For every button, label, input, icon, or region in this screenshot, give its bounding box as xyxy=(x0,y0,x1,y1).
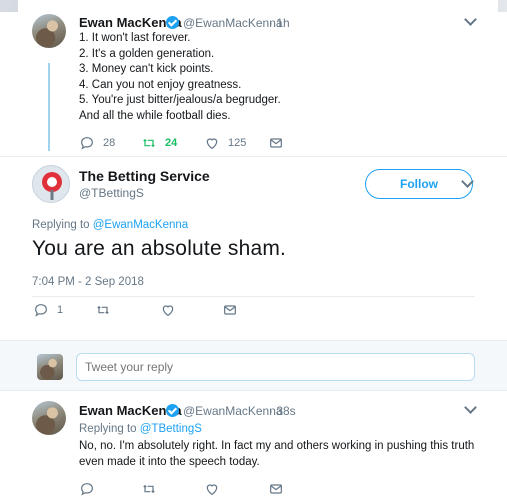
heart-icon xyxy=(162,305,174,317)
current-user-avatar[interactable] xyxy=(37,354,63,380)
like-button[interactable]: 125 xyxy=(204,135,246,151)
author-name[interactable]: The Betting Service xyxy=(79,168,210,184)
tweet-line: No, no. I'm absolutely right. In fact my… xyxy=(79,440,475,452)
reply-button[interactable] xyxy=(79,481,95,497)
chevron-down-icon[interactable] xyxy=(464,401,477,414)
tweet-timestamp[interactable]: 7:04 PM - 2 Sep 2018 xyxy=(32,276,144,288)
envelope-icon xyxy=(224,305,236,315)
tweet-line: 2. It's a golden generation. xyxy=(79,47,215,60)
reply-icon xyxy=(81,483,93,496)
reply-input[interactable] xyxy=(76,353,475,381)
avatar[interactable] xyxy=(32,165,70,203)
tweet-time[interactable]: · 38s xyxy=(269,404,296,418)
thread-connector-line xyxy=(48,63,50,151)
card-top-edge xyxy=(18,0,498,12)
replying-to-handle-link[interactable]: @EwanMacKenna xyxy=(93,219,188,231)
retweet-button[interactable] xyxy=(95,302,111,318)
author-handle[interactable]: @EwanMacKenna xyxy=(183,16,283,30)
reply-count: 1 xyxy=(57,304,64,316)
reply-button[interactable]: 28 xyxy=(79,135,115,151)
replying-to-label: Replying to xyxy=(32,219,90,231)
retweet-icon xyxy=(97,305,109,315)
replying-to-label: Replying to xyxy=(79,423,137,435)
divider xyxy=(32,296,475,297)
retweet-icon xyxy=(143,484,155,494)
tweet-line: 4. Can you not enjoy greatness. xyxy=(79,78,242,91)
tweet-line: 5. You're just bitter/jealous/a begrudge… xyxy=(79,94,281,106)
direct-message-button[interactable] xyxy=(222,302,238,318)
divider xyxy=(0,340,507,341)
replying-to-handle-link[interactable]: @TBettingS xyxy=(140,423,202,435)
tweet-text: 1. It won't last forever. 2. It's a gold… xyxy=(79,31,479,124)
tweet-line: even made it into the speech today. xyxy=(79,455,260,468)
chevron-down-icon[interactable] xyxy=(464,13,477,26)
divider xyxy=(0,390,507,391)
reply-icon xyxy=(81,137,93,150)
tweet-line: 3. Money can't kick points. xyxy=(79,63,214,75)
retweet-count: 24 xyxy=(165,137,178,149)
avatar[interactable] xyxy=(32,401,66,435)
like-button[interactable] xyxy=(204,481,220,497)
direct-message-button[interactable] xyxy=(268,481,284,497)
tweet-text: You are an absolute sham. xyxy=(32,237,287,260)
reply-count: 28 xyxy=(103,137,116,149)
author-handle[interactable]: @EwanMacKenna xyxy=(183,404,283,418)
tweet-line: And all the while football dies. xyxy=(79,109,231,122)
heart-icon xyxy=(206,484,218,496)
retweet-button[interactable] xyxy=(141,481,157,497)
avatar[interactable] xyxy=(32,14,66,48)
envelope-icon xyxy=(270,138,282,148)
tweet-text: No, no. I'm absolutely right. In fact my… xyxy=(79,439,479,470)
tweet-line: 1. It won't last forever. xyxy=(79,32,191,44)
reply-icon xyxy=(35,304,47,317)
betting-service-logo-icon xyxy=(42,172,62,200)
tweet-time[interactable]: · 1h xyxy=(269,16,290,30)
replying-to: Replying to @TBettingS xyxy=(79,423,202,435)
like-count: 125 xyxy=(228,137,247,149)
author-handle[interactable]: @TBettingS xyxy=(79,186,144,200)
replying-to: Replying to @EwanMacKenna xyxy=(32,219,188,231)
reply-button[interactable]: 1 xyxy=(33,302,63,318)
retweet-icon xyxy=(143,138,155,148)
envelope-icon xyxy=(270,484,282,494)
heart-icon xyxy=(206,138,218,150)
verified-badge-icon xyxy=(166,404,179,417)
like-button[interactable] xyxy=(160,302,176,318)
retweet-button[interactable]: 24 xyxy=(141,135,177,151)
divider xyxy=(0,156,507,157)
follow-button[interactable]: Follow xyxy=(365,169,473,199)
direct-message-button[interactable] xyxy=(268,135,284,151)
verified-badge-icon xyxy=(166,16,179,29)
